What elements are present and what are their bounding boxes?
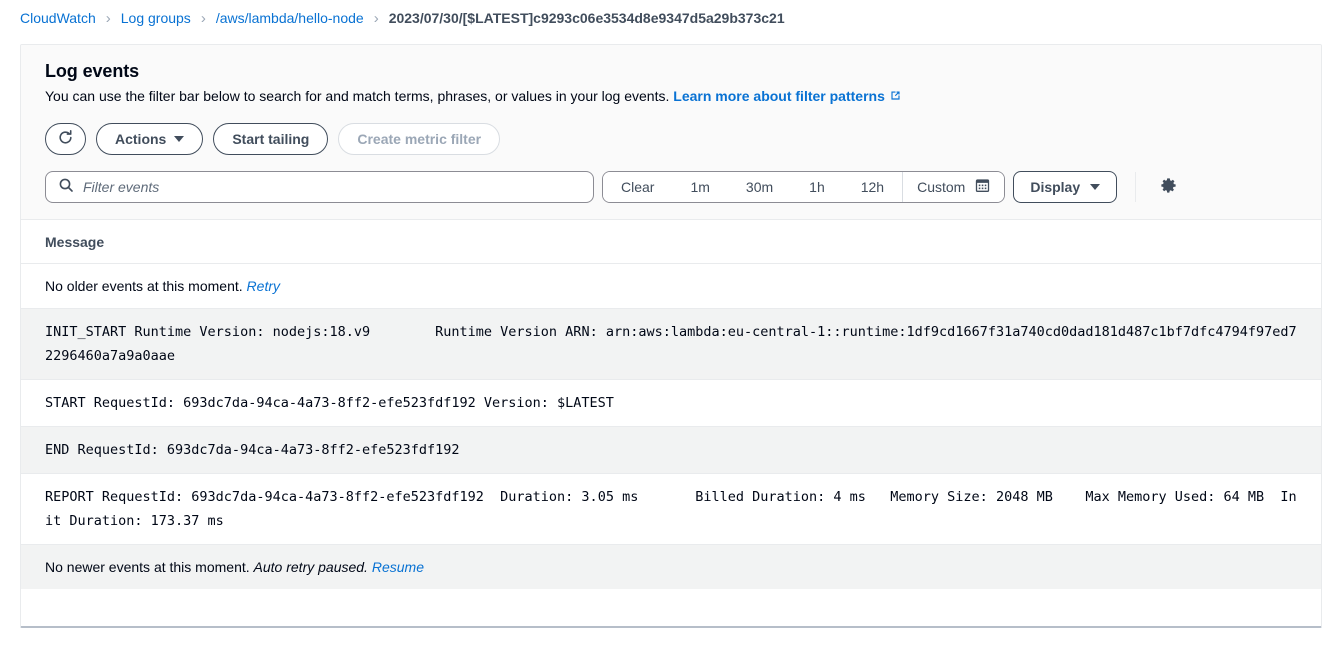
actions-label: Actions: [115, 131, 167, 147]
card-description: You can use the filter bar below to sear…: [45, 86, 1297, 107]
refresh-icon: [57, 129, 74, 149]
create-metric-filter-label: Create metric filter: [357, 131, 482, 147]
chevron-down-icon: [1090, 184, 1101, 190]
resume-link[interactable]: Resume: [372, 559, 424, 575]
create-metric-filter-button: Create metric filter: [338, 123, 501, 155]
gear-icon: [1159, 176, 1178, 198]
toolbar: Actions Start tailing Create metric filt…: [45, 123, 1297, 155]
status-top-text: No older events at this moment.: [45, 278, 243, 294]
column-header-message: Message: [45, 233, 105, 250]
time-range-custom[interactable]: Custom: [902, 172, 1005, 202]
time-range-selector: Clear 1m 30m 1h 12h Custom: [602, 171, 1006, 203]
time-range-1h[interactable]: 1h: [791, 172, 843, 202]
settings-button[interactable]: [1152, 171, 1184, 203]
page-title: Log events: [45, 61, 140, 81]
time-range-1m[interactable]: 1m: [672, 172, 728, 202]
calendar-icon: [975, 178, 990, 196]
external-link-icon: [889, 87, 902, 107]
time-range-12h[interactable]: 12h: [842, 172, 903, 202]
search-input[interactable]: [83, 172, 581, 202]
log-message: START RequestId: 693dc7da-94ca-4a73-8ff2…: [45, 395, 614, 411]
search-box[interactable]: [45, 171, 594, 203]
refresh-button[interactable]: [45, 123, 86, 155]
auto-retry-note: Auto retry paused.: [253, 559, 368, 575]
retry-link[interactable]: Retry: [247, 278, 280, 294]
breadcrumb-separator: ›: [373, 9, 379, 27]
breadcrumb: CloudWatch › Log groups › /aws/lambda/he…: [0, 0, 1322, 36]
start-tailing-button[interactable]: Start tailing: [213, 123, 329, 155]
log-message: END RequestId: 693dc7da-94ca-4a73-8ff2-e…: [45, 442, 460, 458]
status-row-top: No older events at this moment. Retry: [21, 264, 1321, 309]
status-bottom-text: No newer events at this moment.: [45, 559, 250, 575]
breadcrumb-separator: ›: [105, 9, 111, 27]
log-events-card: Log events You can use the filter bar be…: [20, 44, 1322, 628]
card-header: Log events You can use the filter bar be…: [21, 45, 1321, 220]
display-label: Display: [1030, 179, 1081, 195]
chevron-down-icon: [174, 136, 185, 142]
table-row[interactable]: END RequestId: 693dc7da-94ca-4a73-8ff2-e…: [21, 427, 1321, 474]
table-header: Message: [21, 220, 1321, 264]
status-row-bottom: No newer events at this moment. Auto ret…: [21, 545, 1321, 589]
table-row[interactable]: INIT_START Runtime Version: nodejs:18.v9…: [21, 309, 1321, 380]
time-range-clear[interactable]: Clear: [603, 172, 673, 202]
display-button[interactable]: Display: [1013, 171, 1118, 203]
log-message: INIT_START Runtime Version: nodejs:18.v9…: [45, 324, 1297, 364]
table-row[interactable]: REPORT RequestId: 693dc7da-94ca-4a73-8ff…: [21, 474, 1321, 545]
time-range-30m[interactable]: 30m: [727, 172, 792, 202]
breadcrumb-item-cloudwatch[interactable]: CloudWatch: [20, 10, 96, 26]
log-message: REPORT RequestId: 693dc7da-94ca-4a73-8ff…: [45, 489, 1297, 529]
actions-button[interactable]: Actions: [96, 123, 204, 155]
breadcrumb-item-log-group[interactable]: /aws/lambda/hello-node: [216, 10, 364, 26]
breadcrumb-item-current: 2023/07/30/[$LATEST]c9293c06e3534d8e9347…: [388, 10, 785, 26]
table-row[interactable]: START RequestId: 693dc7da-94ca-4a73-8ff2…: [21, 380, 1321, 427]
start-tailing-label: Start tailing: [232, 131, 310, 147]
filter-row: Clear 1m 30m 1h 12h Custom: [45, 171, 1297, 203]
search-icon: [58, 177, 74, 198]
breadcrumb-separator: ›: [200, 9, 206, 27]
breadcrumb-item-log-groups[interactable]: Log groups: [121, 10, 191, 26]
toolbar-divider: [1135, 172, 1137, 202]
learn-more-label: Learn more about filter patterns: [673, 88, 885, 104]
card-description-text: You can use the filter bar below to sear…: [45, 88, 670, 104]
learn-more-link[interactable]: Learn more about filter patterns: [673, 88, 902, 104]
time-range-custom-label: Custom: [917, 179, 966, 195]
